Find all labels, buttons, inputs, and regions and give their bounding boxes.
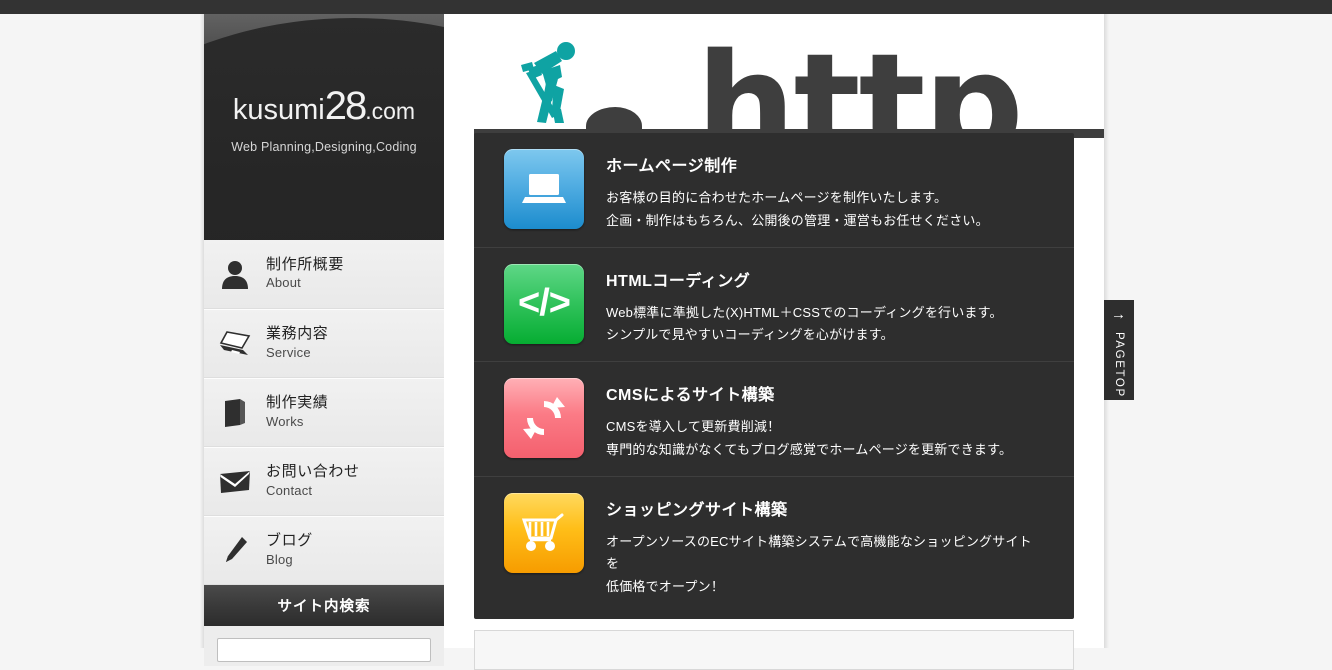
service-title: CMSによるサイト構築	[606, 387, 775, 404]
logo-prefix: kusumi	[232, 94, 325, 126]
shopping-cart-icon	[504, 492, 584, 573]
pagetop-label: PAGETOP	[1113, 332, 1125, 398]
site-logo[interactable]: kusumi28.com	[204, 86, 444, 126]
service-text-line: シンプルで見やすいコーディングを心がけます。	[606, 327, 894, 343]
service-text-line: 低価格でオープン！	[606, 579, 725, 594]
book-icon	[204, 397, 266, 429]
sidebar-item-sublabel: About	[266, 275, 301, 290]
pencil-icon	[204, 535, 266, 567]
sidebar: kusumi28.com Web Planning,Designing,Codi…	[204, 0, 444, 666]
lower-content-panel	[474, 630, 1074, 670]
sidebar-item-sublabel: Contact	[266, 482, 313, 498]
service-text-line: CMSを導入して更新費削減！	[606, 419, 781, 434]
service-item-shopping[interactable]: ショッピングサイト構築 オープンソースのECサイト構築システムで高機能なショッピ…	[474, 477, 1074, 613]
banner-dirt-pile	[586, 107, 642, 129]
service-item-homepage[interactable]: ホームページ制作 お客様の目的に合わせたホームページを制作いたします。 企画・制…	[474, 133, 1074, 248]
sidebar-item-sublabel: Works	[266, 413, 304, 429]
laptop-icon	[504, 149, 584, 229]
sidebar-item-sublabel: Blog	[266, 551, 293, 567]
header-banner: http	[444, 14, 1104, 138]
service-text-line: Web標準に準拠した(X)HTML＋CSSでのコーディングを行います。	[606, 304, 1003, 320]
logo-number: 28	[324, 84, 367, 128]
service-text-line: お客様の目的に合わせたホームページを制作いたします。	[606, 190, 948, 205]
service-item-cms[interactable]: CMSによるサイト構築 CMSを導入して更新費削減！ 専門的な知識がなくてもブロ…	[474, 362, 1074, 477]
service-text-line: オープンソースのECサイト構築システムで高機能なショッピングサイトを	[606, 533, 1032, 572]
sidebar-item-about[interactable]: 制作所概要 About	[204, 240, 444, 309]
service-item-html-coding[interactable]: </> HTMLコーディング Web標準に準拠した(X)HTML＋CSSでのコー…	[474, 248, 1074, 362]
service-title: ホームページ制作	[606, 158, 738, 175]
laptop-icon	[204, 329, 266, 359]
sidebar-item-label: ブログ	[266, 532, 313, 550]
site-search-body	[204, 626, 444, 666]
sidebar-item-label: 制作実績	[266, 394, 329, 412]
sidebar-item-label: 制作所概要	[266, 255, 345, 273]
service-title: HTMLコーディング	[606, 272, 751, 290]
sidebar-item-sublabel: Service	[266, 344, 311, 360]
top-bar	[0, 0, 1332, 14]
refresh-icon	[504, 378, 584, 458]
search-input[interactable]	[217, 638, 431, 662]
site-tagline: Web Planning,Designing,Coding	[231, 140, 417, 154]
service-text-line: 企画・制作はもちろん、公開後の管理・運営もお任せください。	[606, 212, 989, 228]
service-text-line: 専門的な知識がなくてもブログ感覚でホームページを更新できます。	[606, 441, 1013, 457]
service-title: ショッピングサイト構築	[606, 501, 788, 519]
site-search-heading: サイト内検索	[204, 585, 444, 626]
sidebar-item-label: 業務内容	[266, 325, 329, 343]
site-brand: kusumi28.com Web Planning,Designing,Codi…	[204, 0, 444, 240]
main-navigation: 制作所概要 About 業務内容 Service 制作実績 Works お問い合…	[204, 240, 444, 585]
sidebar-item-works[interactable]: 制作実績 Works	[204, 378, 444, 447]
person-icon	[204, 259, 266, 289]
code-tag-icon: </>	[504, 263, 584, 344]
services-panel: ホームページ制作 お客様の目的に合わせたホームページを制作いたします。 企画・制…	[474, 133, 1074, 619]
sidebar-item-blog[interactable]: ブログ Blog	[204, 516, 444, 585]
sidebar-item-service[interactable]: 業務内容 Service	[204, 309, 444, 378]
pagetop-button[interactable]: ↑ PAGETOP	[1104, 300, 1134, 400]
logo-suffix: .com	[365, 98, 416, 124]
envelope-icon	[204, 469, 266, 495]
arrow-up-icon: ↑	[1110, 312, 1128, 321]
construction-worker-icon	[516, 29, 586, 129]
banner-http-text: http	[696, 24, 1024, 139]
code-tag-glyph: </>	[518, 282, 571, 324]
sidebar-item-label: お問い合わせ	[266, 463, 360, 481]
sidebar-item-contact[interactable]: お問い合わせ Contact	[204, 447, 444, 516]
